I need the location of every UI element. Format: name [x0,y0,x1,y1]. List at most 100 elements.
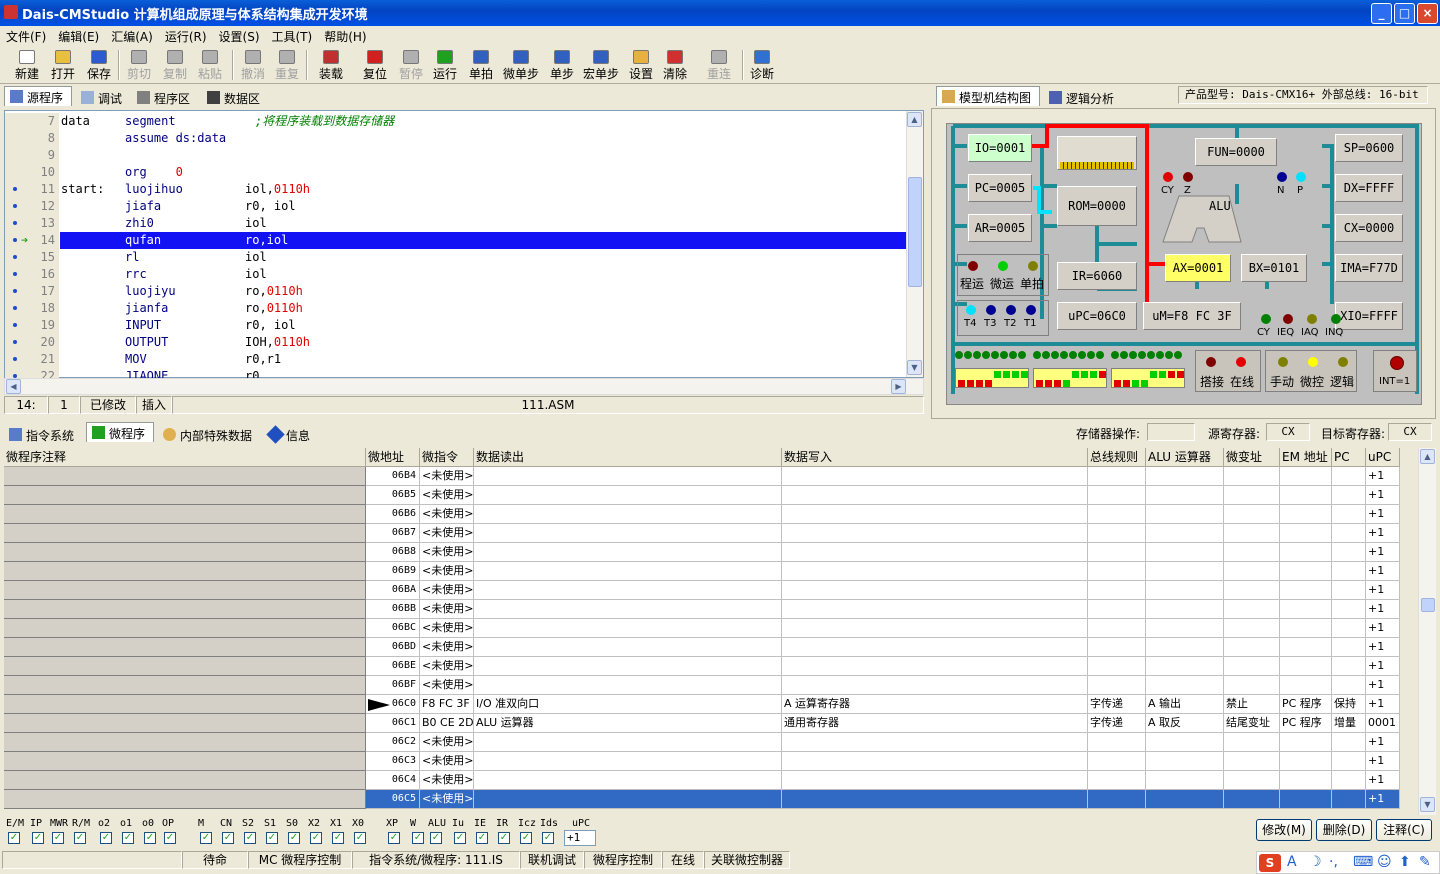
table-row[interactable]: 06B8 <未使用> +1 [4,543,1400,562]
cell-micro-index[interactable] [1224,619,1280,638]
open-folder-button[interactable]: 打开 [48,48,78,82]
cell-bus-rule[interactable] [1088,790,1146,809]
cell-bus-rule[interactable] [1088,524,1146,543]
cell-micro-instruction[interactable]: <未使用> [420,752,474,771]
cell-upc[interactable]: +1 [1366,581,1400,600]
breakpoint-marker[interactable] [13,272,17,276]
cell-em-address[interactable] [1280,771,1332,790]
cell-bus-rule[interactable] [1088,676,1146,695]
cell-data-write[interactable] [782,543,1088,562]
cell-micro-index[interactable] [1224,543,1280,562]
table-row[interactable]: 06BE <未使用> +1 [4,657,1400,676]
cell-micro-address[interactable]: 06BF [366,676,420,695]
column-header-comment[interactable]: 微程序注释 [4,448,366,467]
cell-upc[interactable]: +1 [1366,771,1400,790]
bit-checkbox[interactable]: ✓ [122,832,134,844]
cell-em-address[interactable] [1280,657,1332,676]
cell-pc[interactable] [1332,543,1366,562]
bit-checkbox[interactable]: ✓ [412,832,424,844]
cell-data-read[interactable] [474,467,782,486]
bit-checkbox[interactable]: ✓ [222,832,234,844]
cell-data-write[interactable] [782,505,1088,524]
ime-tools-icon[interactable]: ✎ [1419,854,1431,870]
cell-micro-instruction[interactable]: <未使用> [420,657,474,676]
column-header-micro-index[interactable]: 微变址 [1224,448,1280,467]
cell-micro-instruction[interactable]: <未使用> [420,600,474,619]
save-disk-button[interactable]: 保存 [84,48,114,82]
cell-pc[interactable] [1332,752,1366,771]
cell-alu[interactable] [1146,467,1224,486]
ime-user-icon[interactable]: ☺ [1377,854,1392,870]
cell-upc[interactable]: +1 [1366,505,1400,524]
cell-upc[interactable]: +1 [1366,486,1400,505]
column-header-pc[interactable]: PC [1332,448,1366,467]
clear-button[interactable]: 清除 [660,48,690,82]
code-line[interactable]: 10 org 0 [5,164,907,181]
ime-keyboard-icon[interactable]: ⌨ [1353,854,1373,870]
column-header-data-read[interactable]: 数据读出 [474,448,782,467]
table-row[interactable]: 06BD <未使用> +1 [4,638,1400,657]
pause-button[interactable]: 暂停 [396,48,426,82]
cell-bus-rule[interactable] [1088,467,1146,486]
cell-comment[interactable] [4,619,366,638]
code-line[interactable]: 13 zhi0 iol [5,215,907,232]
cell-pc[interactable] [1332,524,1366,543]
minimize-button[interactable]: _ [1371,3,1392,24]
ime-toolbar[interactable]: S A ☽ ·, ⌨ ☺ ⬆ ✎ [1256,851,1440,874]
breakpoint-marker[interactable] [13,255,17,259]
table-row[interactable]: 06C0 F8 FC 3F I/O 准双向口 A 运算寄存器 字传递 A 输出 禁止 PC 程… [4,695,1400,714]
cell-alu[interactable] [1146,733,1224,752]
cell-micro-address[interactable]: 06BB [366,600,420,619]
cell-micro-instruction[interactable]: B0 CE 2D [420,714,474,733]
cell-comment[interactable] [4,505,366,524]
cell-alu[interactable] [1146,790,1224,809]
bit-checkbox[interactable]: ✓ [542,832,554,844]
breakpoint-marker[interactable] [13,289,17,293]
cell-micro-index[interactable] [1224,676,1280,695]
cell-comment[interactable] [4,524,366,543]
bit-checkbox[interactable]: ✓ [32,832,44,844]
breakpoint-marker[interactable] [13,357,17,361]
cell-micro-instruction[interactable]: <未使用> [420,619,474,638]
cell-pc[interactable] [1332,676,1366,695]
cell-pc[interactable] [1332,619,1366,638]
paste-button[interactable]: 粘贴 [194,48,226,82]
cell-data-read[interactable] [474,619,782,638]
cell-micro-instruction[interactable]: <未使用> [420,676,474,695]
cell-em-address[interactable]: PC 程序 [1280,714,1332,733]
scroll-down-button[interactable]: ▼ [907,360,922,375]
cell-alu[interactable] [1146,486,1224,505]
cell-data-read[interactable]: ALU 运算器 [474,714,782,733]
column-header-data-write[interactable]: 数据写入 [782,448,1088,467]
cell-alu[interactable] [1146,638,1224,657]
cell-upc[interactable]: +1 [1366,657,1400,676]
cell-bus-rule[interactable] [1088,657,1146,676]
bit-checkbox[interactable]: ✓ [164,832,176,844]
table-row[interactable]: 06BF <未使用> +1 [4,676,1400,695]
cell-data-read[interactable] [474,562,782,581]
cell-upc[interactable]: +1 [1366,638,1400,657]
cell-pc[interactable] [1332,657,1366,676]
bit-checkbox[interactable]: ✓ [454,832,466,844]
editor-vertical-scrollbar[interactable]: ▲ ▼ [906,111,923,377]
cell-micro-index[interactable] [1224,505,1280,524]
hand-settings-button[interactable]: 设置 [626,48,656,82]
cell-micro-index[interactable] [1224,524,1280,543]
cell-upc[interactable]: 0001 [1366,714,1400,733]
cell-em-address[interactable] [1280,505,1332,524]
cell-pc[interactable] [1332,600,1366,619]
cell-data-write[interactable] [782,486,1088,505]
table-scroll-thumb[interactable] [1421,598,1435,612]
editor-horizontal-scrollbar[interactable]: ◀ ▶ [4,378,924,395]
cell-bus-rule[interactable]: 字传递 [1088,695,1146,714]
cell-data-write[interactable] [782,467,1088,486]
tab-debug[interactable]: 调试 [76,88,128,108]
bit-checkbox[interactable]: ✓ [476,832,488,844]
cell-alu[interactable] [1146,600,1224,619]
cell-upc[interactable]: +1 [1366,524,1400,543]
cell-bus-rule[interactable] [1088,505,1146,524]
cell-data-write[interactable] [782,562,1088,581]
code-line[interactable]: 19 INPUT r0, iol [5,317,907,334]
cell-data-read[interactable] [474,543,782,562]
upc-input[interactable]: +1 [564,830,596,846]
